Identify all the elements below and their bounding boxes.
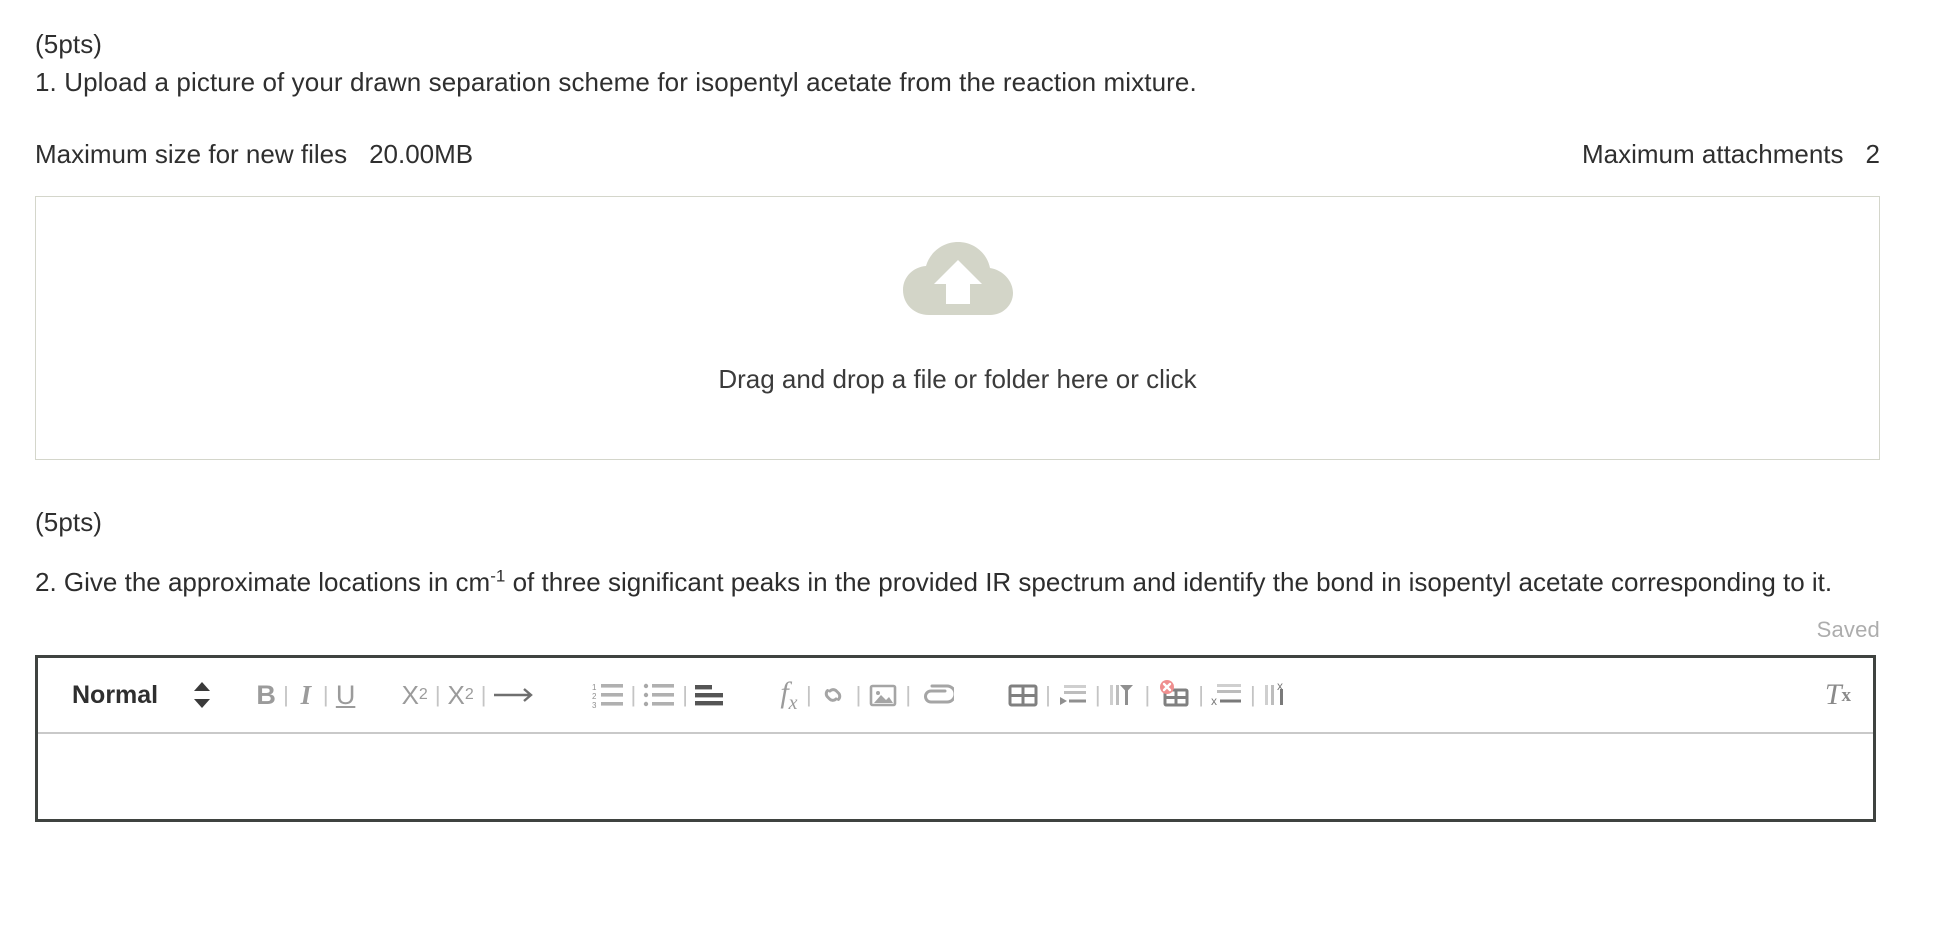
save-status-text: Saved [1816, 617, 1880, 642]
equation-button[interactable]: fx [779, 677, 799, 713]
insert-column-button[interactable] [1108, 682, 1138, 708]
svg-text:x: x [1211, 694, 1217, 708]
svg-text:2: 2 [592, 692, 597, 701]
toolbar-separator: | [434, 682, 441, 707]
subscript-button[interactable]: X2 [402, 682, 428, 708]
paragraph-style-value: Normal [72, 680, 159, 709]
toolbar-separator: | [630, 682, 637, 707]
text-direction-button[interactable] [493, 686, 538, 704]
image-button[interactable] [868, 682, 898, 708]
max-file-size-info: Maximum size for new files 20.00MB [35, 138, 473, 170]
link-button[interactable] [819, 682, 849, 708]
italic-button[interactable]: I [296, 681, 316, 709]
max-attachments-value: 2 [1865, 139, 1880, 169]
script-group: X2 | X2 | [402, 682, 538, 708]
max-file-size-value: 20.00MB [369, 139, 474, 169]
bold-button[interactable]: B [256, 681, 276, 709]
file-dropzone[interactable]: Drag and drop a file or folder here or c… [35, 196, 1880, 460]
assignment-page: (5pts) 1. Upload a picture of your drawn… [0, 0, 1952, 942]
underline-button[interactable]: U [336, 681, 356, 709]
toolbar-separator: | [1045, 682, 1051, 707]
max-file-size-label: Maximum size for new files [35, 139, 348, 169]
toolbar-separator: | [322, 682, 329, 707]
table-group: | | | | x | x [1008, 680, 1293, 710]
cloud-upload-icon [902, 241, 1014, 319]
svg-text:1: 1 [592, 683, 597, 692]
max-attachments-label: Maximum attachments [1582, 139, 1844, 169]
content-column: (5pts) 1. Upload a picture of your drawn… [35, 0, 1880, 822]
attachment-meta-row: Maximum size for new files 20.00MB Maximu… [35, 138, 1880, 170]
toolbar-separator: | [805, 682, 812, 707]
insert-row-button[interactable] [1058, 682, 1088, 708]
toolbar-separator: | [283, 682, 289, 707]
insert-group: fx | | | [779, 677, 955, 713]
question-2-prompt: 2. Give the approximate locations in cm-… [35, 565, 1835, 599]
editor-text-area[interactable] [38, 734, 1873, 819]
insert-table-button[interactable] [1008, 682, 1038, 708]
rich-text-editor[interactable]: Normal B | I | U X2 | X2 | 1 2 3 | | fx … [35, 655, 1876, 822]
delete-row-button[interactable]: x [1211, 681, 1243, 709]
question-1-points: (5pts) [35, 29, 103, 59]
paperclip-button[interactable] [918, 681, 955, 709]
toolbar-separator: | [1144, 682, 1151, 707]
toolbar-separator: | [480, 682, 487, 707]
delete-column-button[interactable]: x [1263, 681, 1293, 709]
delete-table-button[interactable] [1157, 680, 1191, 710]
question-1-block: (5pts) 1. Upload a picture of your drawn… [35, 0, 1880, 99]
align-button[interactable] [694, 682, 725, 708]
save-status-row: Saved [35, 617, 1880, 643]
list-group: 1 2 3 | | [592, 681, 725, 709]
paragraph-style-select[interactable]: Normal [72, 680, 211, 710]
superscript-button[interactable]: X2 [448, 682, 474, 708]
text-format-group: B | I | U [256, 681, 356, 709]
toolbar-separator: | [1198, 682, 1204, 707]
question-2-prompt-superscript: -1 [490, 566, 506, 586]
svg-text:3: 3 [592, 701, 597, 709]
toolbar-separator: | [1094, 682, 1101, 707]
question-2-prompt-part1: 2. Give the approximate locations in cm [35, 567, 491, 597]
numbered-list-button[interactable]: 1 2 3 [592, 681, 624, 709]
editor-toolbar: Normal B | I | U X2 | X2 | 1 2 3 | | fx … [38, 658, 1873, 734]
question-2-points: (5pts) [35, 507, 103, 537]
toolbar-separator: | [682, 682, 688, 707]
question-1-prompt: 1. Upload a picture of your drawn separa… [35, 67, 1197, 97]
dropzone-instruction-text: Drag and drop a file or folder here or c… [718, 364, 1197, 394]
chevron-updown-icon [194, 681, 211, 709]
toolbar-separator: | [1249, 682, 1256, 707]
svg-text:x: x [1277, 681, 1283, 693]
bulleted-list-button[interactable] [643, 681, 675, 709]
clear-formatting-button[interactable]: Tx [1825, 680, 1851, 710]
question-2-prompt-part2: of three significant peaks in the provid… [505, 567, 1833, 597]
toolbar-separator: | [905, 682, 912, 707]
toolbar-separator: | [855, 682, 862, 707]
max-attachments-info: Maximum attachments 2 [1582, 138, 1880, 170]
